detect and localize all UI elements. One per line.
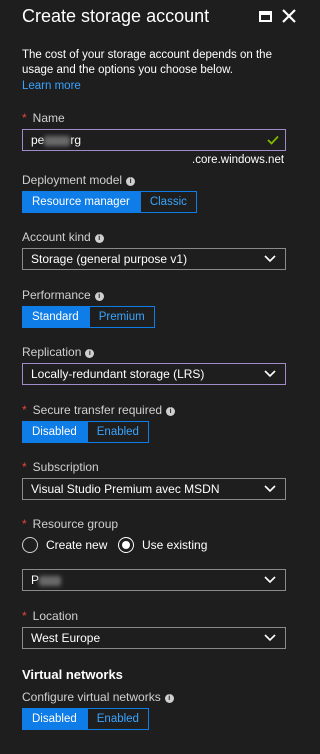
chevron-down-icon xyxy=(264,576,276,584)
redacted-text xyxy=(39,575,62,586)
redacted-text xyxy=(44,135,71,146)
name-label: * Name xyxy=(22,111,65,125)
subscription-dropdown[interactable]: Visual Studio Premium avec MSDN xyxy=(22,478,286,500)
secure-transfer-label: * Secure transfer required i xyxy=(22,403,176,417)
radio-button-icon[interactable] xyxy=(22,537,38,553)
resource-group-label: * Resource group xyxy=(22,517,119,531)
performance-label: Performance i xyxy=(22,288,104,302)
virtual-networks-option-disabled[interactable]: Disabled xyxy=(22,708,87,730)
info-icon[interactable]: i xyxy=(85,349,95,358)
close-icon[interactable] xyxy=(280,6,298,26)
account-kind-label: Account kind i xyxy=(22,230,104,244)
location-dropdown[interactable]: West Europe xyxy=(22,627,286,649)
required-asterisk: * xyxy=(22,460,27,474)
maximize-icon[interactable] xyxy=(259,11,272,22)
deployment-model-toggle[interactable]: Resource manager Classic xyxy=(22,191,197,213)
blade-header: Create storage account xyxy=(0,0,308,34)
deployment-model-label: Deployment model i xyxy=(22,173,136,187)
replication-dropdown[interactable]: Locally-redundant storage (LRS) xyxy=(22,363,286,385)
secure-transfer-option-disabled[interactable]: Disabled xyxy=(22,421,87,443)
info-icon[interactable]: i xyxy=(94,292,104,301)
secure-transfer-option-enabled[interactable]: Enabled xyxy=(86,421,149,443)
info-icon[interactable]: i xyxy=(164,694,174,703)
secure-transfer-toggle[interactable]: Disabled Enabled xyxy=(22,421,149,443)
required-asterisk: * xyxy=(22,111,27,125)
chevron-down-icon xyxy=(264,255,276,263)
name-input[interactable]: pe rg xyxy=(22,129,286,151)
chevron-down-icon xyxy=(264,485,276,493)
page-title: Create storage account xyxy=(22,6,210,26)
required-asterisk: * xyxy=(22,609,27,623)
performance-option-standard[interactable]: Standard xyxy=(22,306,89,328)
chevron-down-icon xyxy=(264,634,276,642)
virtual-networks-heading: Virtual networks xyxy=(22,667,123,682)
radio-button-selected-icon[interactable] xyxy=(118,537,134,553)
radio-use-existing[interactable]: Use existing xyxy=(118,537,207,553)
checkmark-icon xyxy=(267,135,279,145)
virtual-networks-option-enabled[interactable]: Enabled xyxy=(86,708,149,730)
info-icon[interactable]: i xyxy=(166,407,176,416)
performance-toggle[interactable]: Standard Premium xyxy=(22,306,155,328)
domain-suffix: .core.windows.net xyxy=(192,154,285,166)
radio-create-new[interactable]: Create new xyxy=(22,537,107,553)
virtual-networks-toggle[interactable]: Disabled Enabled xyxy=(22,708,149,730)
subscription-label: * Subscription xyxy=(22,460,99,474)
info-icon[interactable]: i xyxy=(94,234,104,243)
learn-more-link[interactable]: Learn more xyxy=(22,80,81,92)
account-kind-dropdown[interactable]: Storage (general purpose v1) xyxy=(22,248,286,270)
location-label: * Location xyxy=(22,609,79,623)
required-asterisk: * xyxy=(22,403,27,417)
deployment-option-resource-manager[interactable]: Resource manager xyxy=(22,191,140,213)
deployment-option-classic[interactable]: Classic xyxy=(139,191,197,213)
cost-description: The cost of your storage account depends… xyxy=(22,49,272,76)
resource-group-dropdown[interactable]: P xyxy=(22,569,286,591)
performance-option-premium[interactable]: Premium xyxy=(88,306,155,328)
info-icon[interactable]: i xyxy=(126,177,136,186)
required-asterisk: * xyxy=(22,517,27,531)
chevron-down-icon xyxy=(264,370,276,378)
configure-virtual-networks-label: Configure virtual networks i xyxy=(22,690,174,704)
replication-label: Replication i xyxy=(22,345,95,359)
